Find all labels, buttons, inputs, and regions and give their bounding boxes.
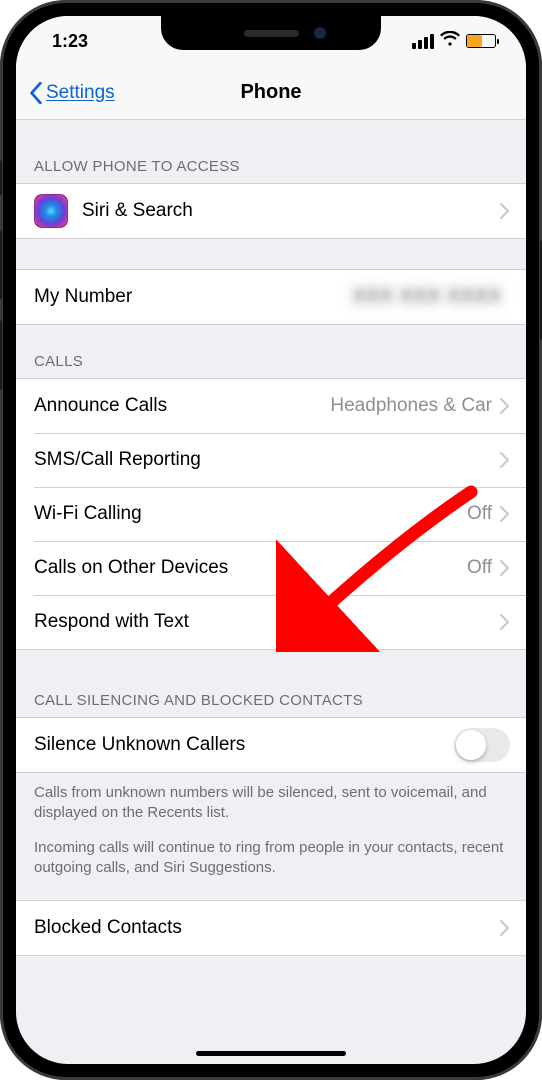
section-header-calls: CALLS (16, 325, 526, 378)
siri-search-row[interactable]: Siri & Search (16, 184, 526, 238)
sms-call-reporting-label: SMS/Call Reporting (34, 449, 500, 471)
wifi-calling-label: Wi-Fi Calling (34, 503, 467, 525)
chevron-right-icon (500, 506, 510, 522)
respond-with-text-row[interactable]: Respond with Text (16, 595, 526, 649)
calls-other-devices-value: Off (467, 557, 492, 579)
chevron-right-icon (500, 560, 510, 576)
announce-calls-value: Headphones & Car (330, 395, 492, 417)
blocked-contacts-row[interactable]: Blocked Contacts (16, 901, 526, 955)
home-indicator (196, 1051, 346, 1056)
announce-calls-label: Announce Calls (34, 395, 330, 417)
my-number-value: XXX XXX XXXX (353, 286, 502, 308)
section-header-silencing: CALL SILENCING AND BLOCKED CONTACTS (16, 650, 526, 717)
announce-calls-row[interactable]: Announce Calls Headphones & Car (16, 379, 526, 433)
silencing-footer-2: Incoming calls will continue to ring fro… (16, 824, 526, 901)
battery-icon (466, 34, 496, 48)
silence-unknown-callers-row[interactable]: Silence Unknown Callers (16, 718, 526, 772)
chevron-right-icon (500, 920, 510, 936)
cellular-signal-icon (412, 34, 434, 49)
section-header-access: ALLOW PHONE TO ACCESS (16, 120, 526, 183)
respond-with-text-label: Respond with Text (34, 611, 500, 633)
silence-unknown-callers-label: Silence Unknown Callers (34, 734, 454, 756)
silence-unknown-callers-toggle[interactable] (454, 728, 510, 762)
calls-other-devices-label: Calls on Other Devices (34, 557, 467, 579)
my-number-row[interactable]: My Number XXX XXX XXXX (16, 270, 526, 324)
wifi-calling-row[interactable]: Wi-Fi Calling Off (16, 487, 526, 541)
chevron-right-icon (500, 452, 510, 468)
siri-icon (34, 194, 68, 228)
silencing-footer-1: Calls from unknown numbers will be silen… (16, 773, 526, 824)
sms-call-reporting-row[interactable]: SMS/Call Reporting (16, 433, 526, 487)
back-label: Settings (46, 82, 115, 104)
calls-other-devices-row[interactable]: Calls on Other Devices Off (16, 541, 526, 595)
chevron-right-icon (500, 203, 510, 219)
chevron-left-icon (28, 82, 44, 104)
chevron-right-icon (500, 614, 510, 630)
wifi-calling-value: Off (467, 503, 492, 525)
chevron-right-icon (500, 398, 510, 414)
blocked-contacts-label: Blocked Contacts (34, 917, 500, 939)
siri-search-label: Siri & Search (82, 200, 500, 222)
wifi-icon (440, 31, 460, 52)
back-button[interactable]: Settings (28, 82, 115, 104)
navigation-bar: Settings Phone (16, 66, 526, 120)
my-number-label: My Number (34, 286, 353, 308)
status-time: 1:23 (52, 31, 88, 52)
